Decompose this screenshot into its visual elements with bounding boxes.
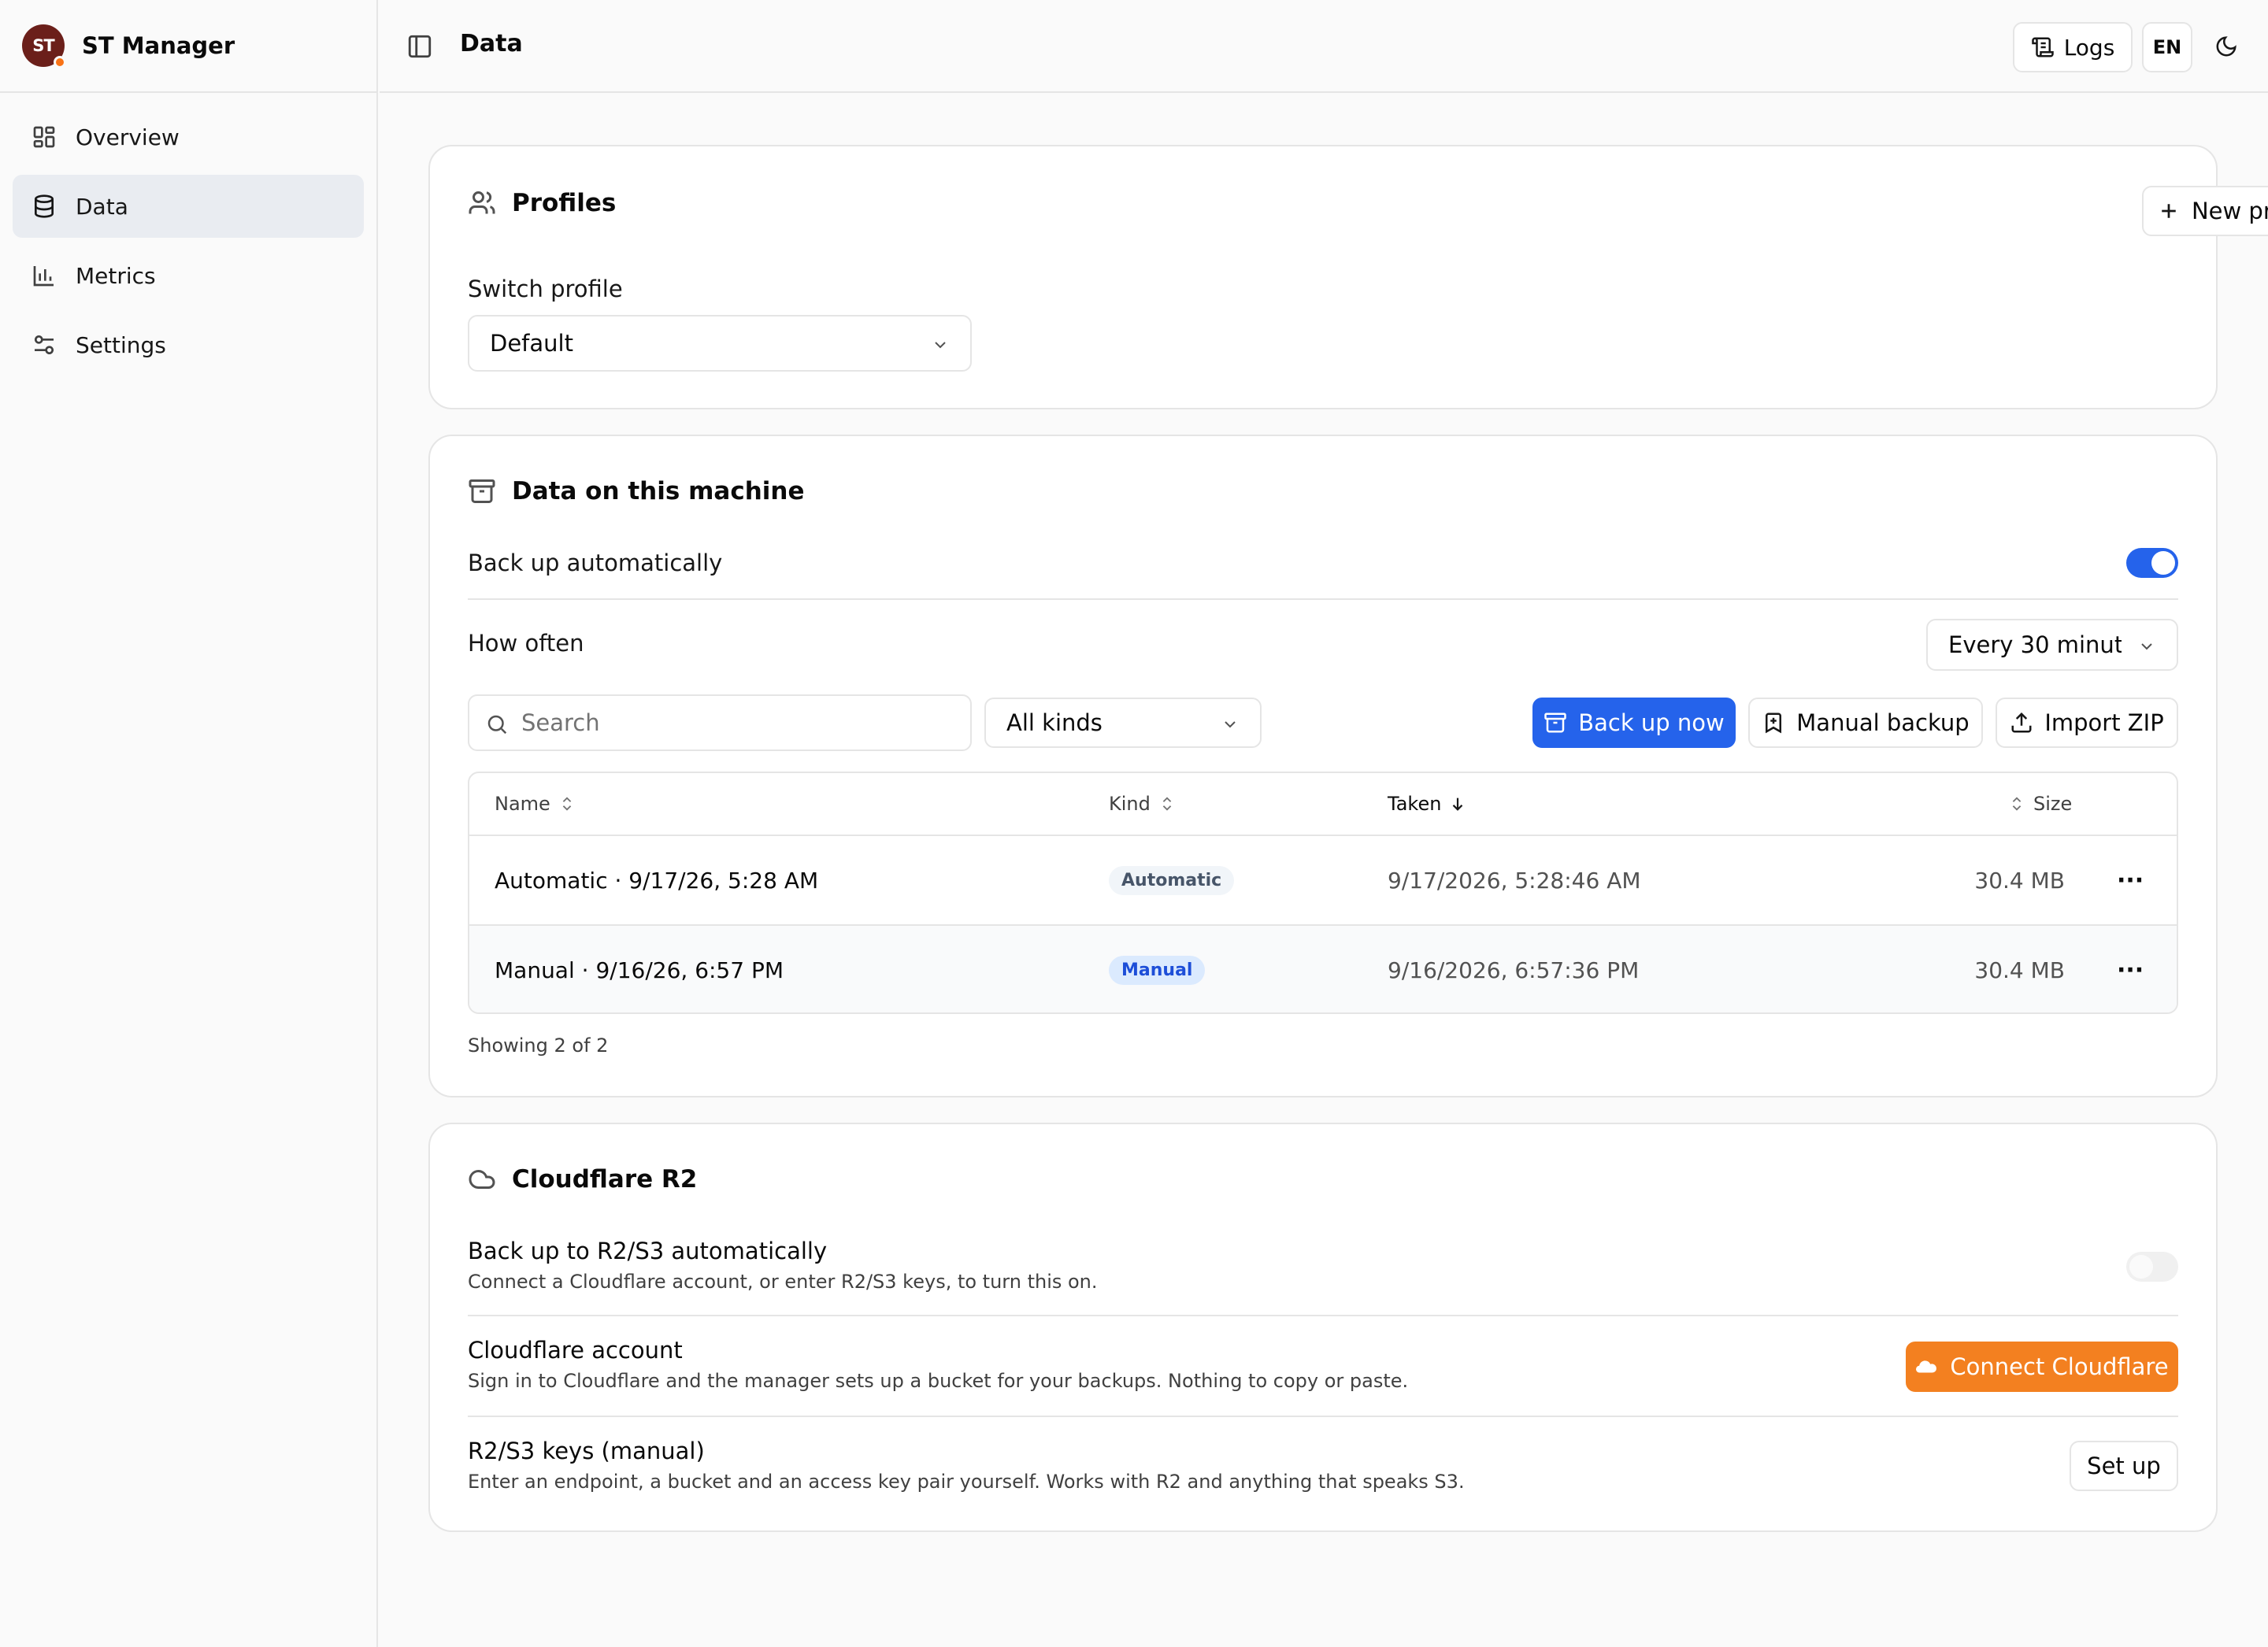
import-zip-button[interactable]: Import ZIP	[1996, 698, 2178, 748]
logs-label: Logs	[2063, 34, 2115, 61]
profiles-card: Profiles New profile Switch profile Defa…	[428, 145, 2268, 409]
profile-select[interactable]: Default	[468, 315, 972, 372]
sliders-icon	[34, 335, 54, 354]
search-icon	[487, 715, 507, 735]
sidebar-item-settings[interactable]: Settings	[13, 313, 364, 376]
bookmark-plus-icon	[1766, 712, 1782, 734]
r2-auto-desc: Connect a Cloudflare account, or enter R…	[468, 1271, 1098, 1293]
table-row[interactable]: Manual · 9/16/26, 6:57 PM Manual 9/16/20…	[469, 924, 2177, 1012]
r2-title: Cloudflare R2	[468, 1165, 697, 1194]
frequency-select-value: Every 30 minutes	[1948, 631, 2122, 658]
app-logo-text: ST	[32, 36, 54, 55]
cloudflare-account-desc: Sign in to Cloudflare and the manager se…	[468, 1370, 1409, 1392]
connect-cloudflare-button[interactable]: Connect Cloudflare	[1906, 1342, 2178, 1392]
r2-keys-desc: Enter an endpoint, a bucket and an acces…	[468, 1471, 1465, 1493]
kind-filter-value: All kinds	[1006, 709, 1102, 736]
sidebar-item-metrics[interactable]: Metrics	[13, 244, 364, 307]
machine-data-title: Data on this machine	[468, 477, 805, 505]
sort-icon	[2012, 797, 2022, 811]
new-profile-button[interactable]: New profile	[2142, 186, 2268, 236]
toggle-knob	[2129, 1255, 2153, 1279]
divider	[468, 598, 2178, 600]
bar-chart-icon	[33, 266, 54, 287]
row-menu-icon[interactable]: ···	[2117, 836, 2144, 924]
backup-name: Automatic · 9/17/26, 5:28 AM	[495, 867, 819, 894]
cloud-icon	[469, 1170, 495, 1189]
showing-count: Showing 2 of 2	[468, 1034, 609, 1057]
sidebar-item-label: Metrics	[76, 262, 156, 289]
sort-icon	[562, 797, 572, 811]
status-dot	[54, 56, 66, 68]
sidebar-item-label: Overview	[76, 124, 180, 150]
database-icon	[35, 194, 54, 218]
r2-auto-toggle[interactable]	[2126, 1252, 2178, 1282]
toggle-knob	[2151, 551, 2175, 575]
column-header-kind[interactable]: Kind	[1109, 773, 1176, 835]
backup-taken: 9/16/2026, 6:57:36 PM	[1388, 957, 1640, 983]
cloudflare-icon	[1916, 1360, 1937, 1373]
column-header-size[interactable]: Size	[2008, 773, 2072, 835]
archive-icon	[1544, 712, 1566, 733]
sidebar-item-label: Data	[76, 193, 128, 220]
r2-auto-label: Back up to R2/S3 automatically	[468, 1238, 828, 1264]
auto-backup-toggle[interactable]	[2126, 548, 2178, 578]
back-up-now-button[interactable]: Back up now	[1532, 698, 1736, 748]
kind-filter-select[interactable]: All kinds	[984, 698, 1262, 748]
page-title: Data	[460, 30, 523, 57]
profile-select-value: Default	[490, 330, 573, 357]
archive-icon	[469, 479, 495, 503]
upload-icon	[2011, 712, 2032, 733]
search-placeholder: Search	[521, 709, 600, 736]
kind-badge: Automatic	[1109, 865, 1235, 895]
scroll-icon	[2031, 37, 2054, 57]
profiles-title: Profiles	[468, 189, 616, 217]
r2-card: Cloudflare R2 Back up to R2/S3 automatic…	[428, 1123, 2218, 1532]
set-up-button[interactable]: Set up	[2070, 1441, 2178, 1491]
how-often-label: How often	[468, 630, 584, 657]
cloudflare-account-label: Cloudflare account	[468, 1337, 683, 1364]
divider	[468, 1315, 2178, 1316]
backup-taken: 9/17/2026, 5:28:46 AM	[1388, 867, 1641, 894]
logs-button[interactable]: Logs	[2013, 22, 2133, 72]
search-input[interactable]: Search	[468, 694, 972, 751]
auto-backup-label: Back up automatically	[468, 550, 723, 576]
backup-name: Manual · 9/16/26, 6:57 PM	[495, 957, 784, 983]
users-icon	[469, 191, 495, 214]
frequency-select[interactable]: Every 30 minutes	[1926, 619, 2178, 671]
backup-size: 30.4 MB	[1974, 867, 2065, 894]
kind-badge: Manual	[1109, 955, 1206, 985]
sidebar-item-data[interactable]: Data	[13, 175, 364, 238]
backups-table: Name Kind Taken Size Automatic · 9/17/26…	[468, 772, 2178, 1014]
column-header-taken[interactable]: Taken	[1388, 773, 1466, 835]
moon-icon[interactable]	[2214, 35, 2238, 58]
r2-keys-label: R2/S3 keys (manual)	[468, 1438, 705, 1464]
grid-icon	[33, 126, 55, 148]
backup-size: 30.4 MB	[1974, 957, 2065, 983]
sidebar-nav: Overview Data Metrics Settings	[0, 93, 376, 395]
sidebar-item-overview[interactable]: Overview	[13, 105, 364, 168]
app-name: ST Manager	[82, 32, 235, 59]
divider	[468, 1416, 2178, 1417]
sort-icon	[1162, 797, 1172, 811]
chevron-down-icon	[2141, 643, 2152, 650]
table-row[interactable]: Automatic · 9/17/26, 5:28 AM Automatic 9…	[469, 835, 2177, 924]
manual-backup-button[interactable]: Manual backup	[1748, 698, 1983, 748]
row-menu-icon[interactable]: ···	[2117, 926, 2144, 1012]
language-label: EN	[2152, 36, 2182, 58]
column-header-name[interactable]: Name	[495, 773, 576, 835]
app-logo: ST	[22, 24, 66, 68]
top-bar: Data Logs EN	[380, 0, 2268, 93]
plus-icon	[2162, 204, 2176, 218]
sidebar-item-label: Settings	[76, 331, 166, 358]
chevron-down-icon	[1225, 721, 1236, 728]
machine-data-card: Data on this machine Back up automatical…	[428, 435, 2218, 1097]
chevron-down-icon	[935, 342, 946, 349]
brand[interactable]: ST ST Manager	[0, 0, 376, 93]
sidebar: ST ST Manager Overview Data Metrics Sett…	[0, 0, 378, 1647]
language-button[interactable]: EN	[2142, 22, 2192, 72]
sidebar-toggle-icon[interactable]	[406, 33, 433, 60]
switch-profile-label: Switch profile	[468, 276, 623, 302]
arrow-down-icon	[1453, 798, 1463, 811]
